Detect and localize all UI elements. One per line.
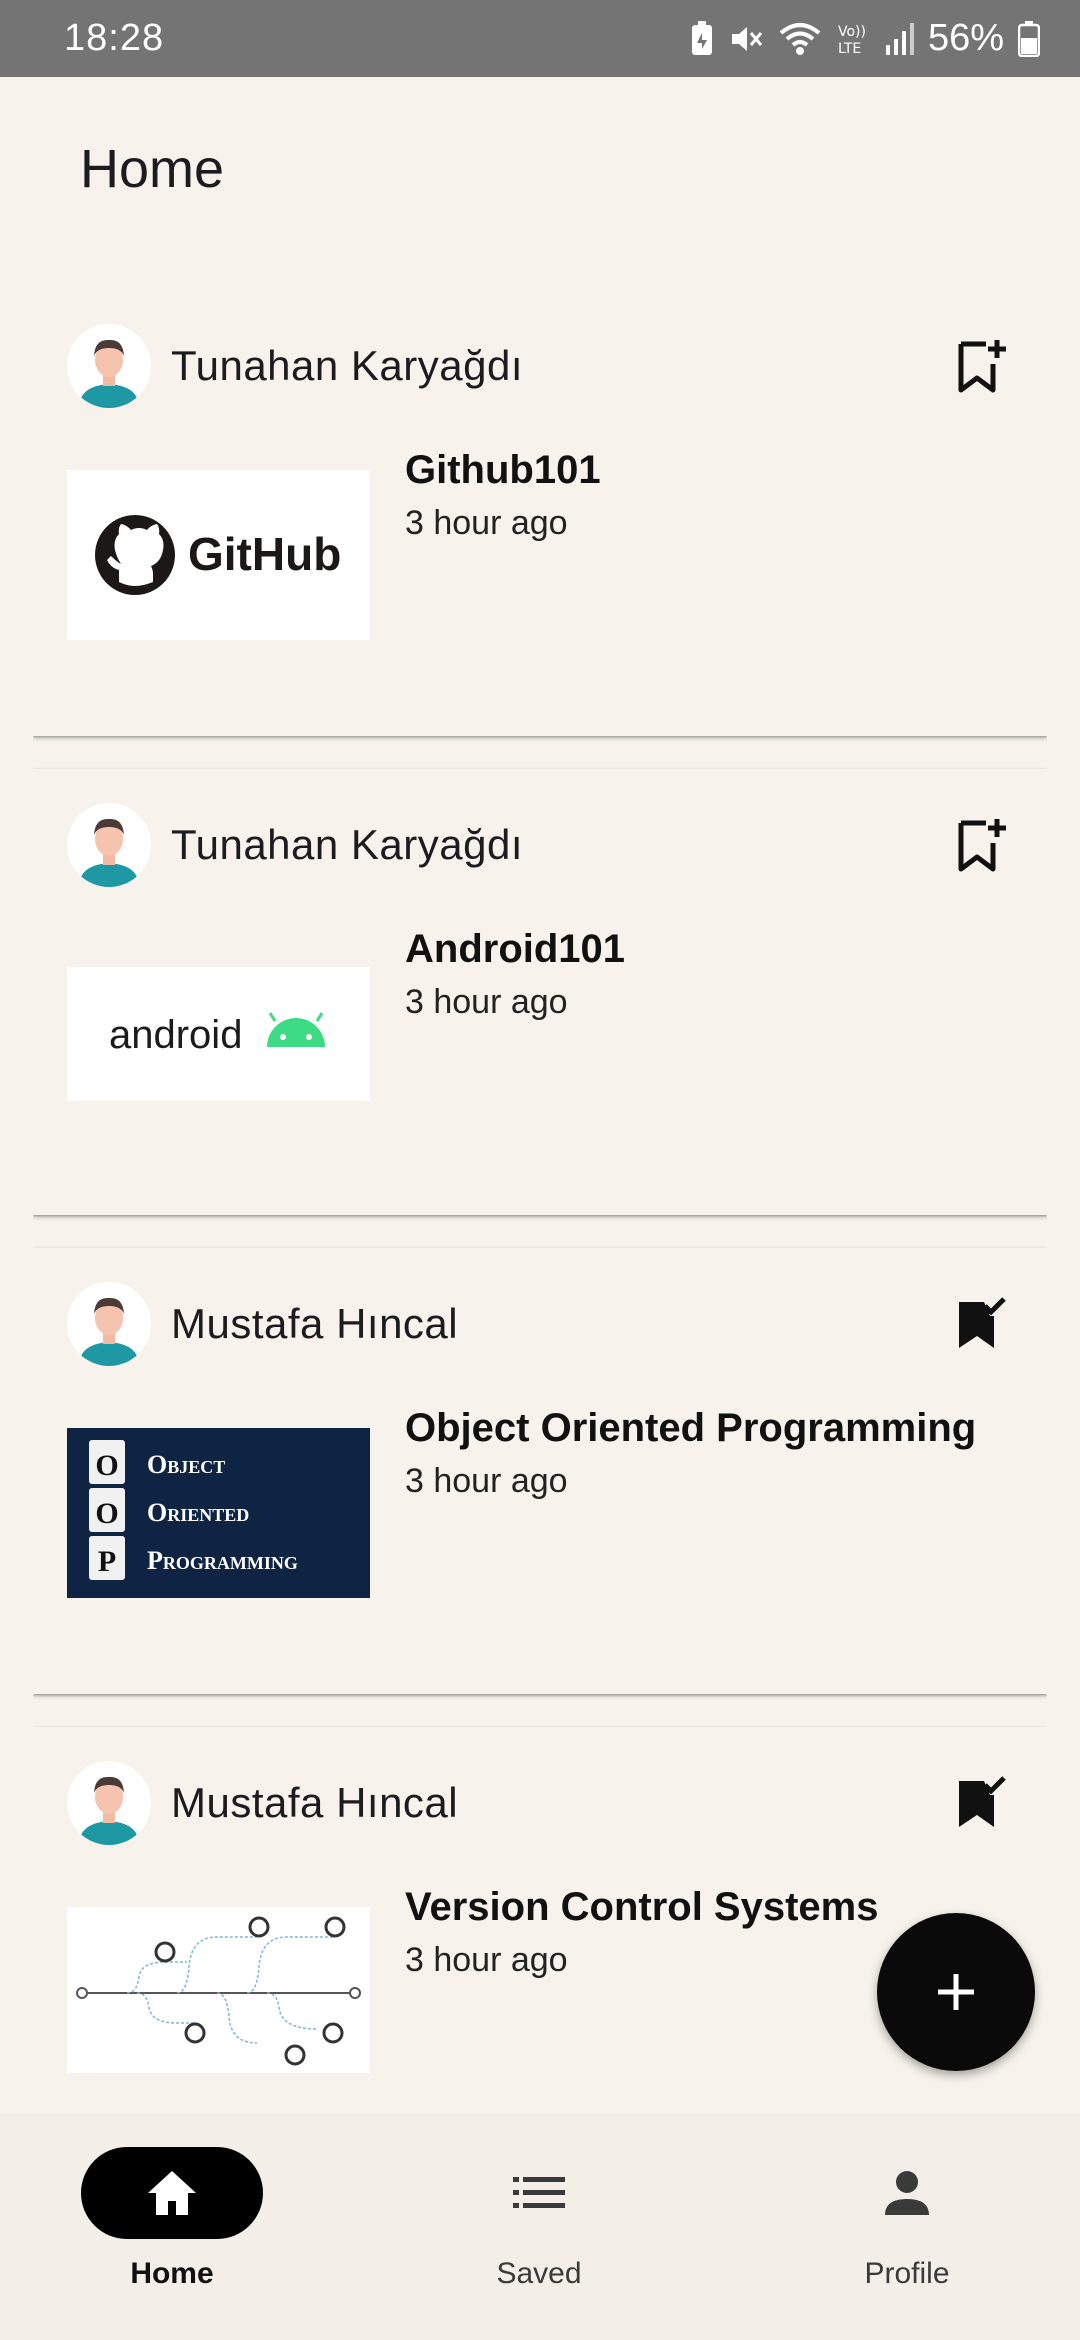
volte-icon: Vo)) LTE	[836, 21, 870, 57]
bookmark-check-icon	[959, 1297, 1006, 1348]
post-title[interactable]: Github101	[405, 448, 601, 493]
post-feed[interactable]: Tunahan Karyağdı GitHub Github101 3 hour…	[33, 290, 1047, 2113]
svg-text:Vo)): Vo))	[838, 24, 866, 40]
post-title[interactable]: Object Oriented Programming	[405, 1406, 976, 1451]
post-thumbnail: O Object O Oriented P Programming	[67, 1428, 370, 1598]
svg-text:Oriented: Oriented	[147, 1498, 249, 1527]
bottom-navigation: Home Saved Profile	[0, 2113, 1080, 2340]
nav-label: Home	[130, 2257, 214, 2290]
avatar	[67, 803, 151, 887]
add-post-button[interactable]	[877, 1913, 1035, 2071]
status-time: 18:28	[64, 17, 165, 59]
battery-saver-icon	[690, 20, 714, 57]
svg-text:LTE: LTE	[838, 41, 861, 57]
bookmark-saved-button[interactable]	[951, 1292, 1011, 1356]
post-title[interactable]: Android101	[405, 927, 625, 972]
nav-label: Saved	[496, 2257, 582, 2290]
nav-item-profile[interactable]: Profile	[797, 2147, 1017, 2297]
svg-text:P: P	[98, 1545, 116, 1578]
nav-item-saved[interactable]: Saved	[429, 2147, 649, 2297]
post-title[interactable]: Version Control Systems	[405, 1885, 878, 1930]
list-icon	[513, 2177, 565, 2208]
mute-icon	[728, 21, 764, 57]
post-time: 3 hour ago	[405, 983, 568, 1021]
bookmark-add-icon	[958, 819, 1006, 872]
author-name: Tunahan Karyağdı	[171, 342, 524, 389]
page-title: Home	[80, 139, 225, 199]
nav-label: Profile	[864, 2257, 950, 2290]
wifi-icon	[778, 21, 822, 57]
status-bar: 18:28 Vo)) LTE 56%	[0, 0, 1080, 77]
github-logo-text: GitHub	[188, 528, 341, 580]
post-card[interactable]: Tunahan Karyağdı GitHub Github101 3 hour…	[33, 290, 1047, 736]
bookmark-saved-button[interactable]	[951, 1771, 1011, 1835]
android-logo-text: android	[109, 1013, 242, 1057]
battery-icon	[1018, 20, 1040, 57]
post-card[interactable]: Mustafa Hıncal Version Control Systems 3…	[33, 1727, 1047, 2113]
person-icon	[885, 2171, 929, 2215]
home-icon	[148, 2171, 196, 2215]
post-time: 3 hour ago	[405, 1462, 568, 1500]
post-time: 3 hour ago	[405, 504, 568, 542]
post-time: 3 hour ago	[405, 1941, 568, 1979]
post-card[interactable]: Tunahan Karyağdı android Android101 3 ho…	[33, 769, 1047, 1215]
post-thumbnail: android	[67, 967, 370, 1101]
svg-text:O: O	[95, 1497, 118, 1530]
author-name: Mustafa Hıncal	[171, 1300, 459, 1347]
signal-icon	[884, 21, 914, 57]
post-card[interactable]: Mustafa Hıncal O Object O Oriented P Pro…	[33, 1248, 1047, 1694]
author-name: Mustafa Hıncal	[171, 1779, 459, 1826]
battery-percent: 56%	[927, 17, 1004, 59]
bookmark-add-icon	[958, 340, 1006, 393]
nav-item-home[interactable]: Home	[62, 2147, 282, 2297]
bookmark-add-button[interactable]	[951, 334, 1011, 398]
nav-active-indicator	[81, 2147, 263, 2239]
svg-text:Object: Object	[147, 1450, 225, 1479]
svg-text:O: O	[95, 1449, 118, 1482]
avatar	[67, 1282, 151, 1366]
post-thumbnail: GitHub	[67, 470, 370, 640]
avatar	[67, 1761, 151, 1845]
author-name: Tunahan Karyağdı	[171, 821, 524, 868]
status-icons: Vo)) LTE 56%	[690, 17, 1040, 60]
bookmark-add-button[interactable]	[951, 813, 1011, 877]
plus-icon	[938, 1974, 974, 2010]
svg-text:Programming: Programming	[147, 1546, 298, 1575]
post-thumbnail	[67, 1907, 370, 2073]
avatar	[67, 324, 151, 408]
bookmark-check-icon	[959, 1776, 1006, 1827]
